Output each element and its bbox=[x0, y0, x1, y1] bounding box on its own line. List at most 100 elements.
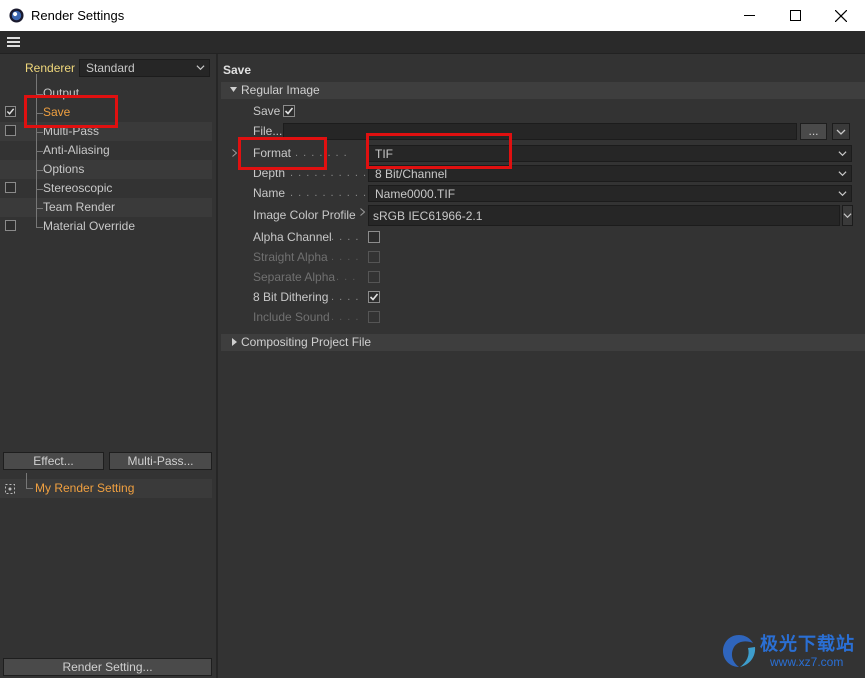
tree-item-stereoscopic[interactable]: Stereoscopic bbox=[0, 169, 212, 198]
straight-alpha-checkbox bbox=[368, 251, 380, 263]
chevron-down-icon bbox=[838, 191, 847, 197]
tree-item-output[interactable]: Output bbox=[0, 74, 212, 103]
tree-checkbox[interactable] bbox=[5, 106, 16, 117]
format-dots: . . . . . . . bbox=[295, 147, 348, 159]
tree-item-options[interactable]: Options bbox=[0, 150, 212, 179]
tree-checkbox[interactable] bbox=[5, 220, 16, 231]
name-value: Name0000.TIF bbox=[375, 187, 456, 201]
file-input[interactable] bbox=[283, 123, 797, 140]
save-label: Save bbox=[253, 104, 281, 118]
chevron-down-icon bbox=[196, 65, 205, 71]
tree-item-label: Team Render bbox=[43, 200, 116, 214]
renderer-label: Renderer bbox=[25, 61, 76, 75]
format-value: TIF bbox=[375, 147, 393, 161]
straight-alpha-label: Straight Alpha bbox=[253, 250, 328, 264]
tree-item-team-render[interactable]: Team Render bbox=[0, 188, 212, 217]
expand-right-icon[interactable] bbox=[360, 208, 365, 216]
include-sound-label: Include Sound bbox=[253, 310, 330, 324]
hamburger-menu-icon[interactable] bbox=[7, 37, 20, 47]
chevron-down-icon bbox=[843, 213, 852, 219]
tree-line bbox=[36, 207, 43, 228]
format-dropdown[interactable]: TIF bbox=[368, 145, 852, 162]
tree-item-multi-pass[interactable]: Multi-Pass bbox=[0, 112, 212, 141]
tree-line bbox=[36, 93, 43, 114]
tree-line bbox=[36, 169, 43, 190]
expand-right-icon[interactable] bbox=[232, 149, 237, 157]
tree-item-anti-aliasing[interactable]: Anti-Aliasing bbox=[0, 131, 212, 160]
tree-line bbox=[36, 150, 43, 171]
depth-label: Depth bbox=[253, 166, 286, 180]
watermark-url: www.xz7.com bbox=[770, 655, 844, 669]
tree-item-label: Stereoscopic bbox=[43, 181, 113, 195]
group-compositing-label: Compositing Project File bbox=[241, 335, 372, 349]
maximize-icon bbox=[789, 10, 801, 21]
minimize-button[interactable] bbox=[726, 0, 772, 31]
tree-item-label: Save bbox=[43, 105, 71, 119]
multipass-button[interactable]: Multi-Pass... bbox=[109, 452, 212, 470]
file-options-button[interactable] bbox=[832, 123, 850, 140]
name-label: Name bbox=[253, 186, 286, 200]
render-setting-item[interactable]: My Render Setting bbox=[0, 473, 212, 498]
checkmark-icon bbox=[6, 108, 15, 115]
window-title: Render Settings bbox=[31, 8, 125, 23]
tree-line bbox=[36, 74, 43, 95]
chevron-down-icon bbox=[836, 129, 846, 135]
profile-options-button[interactable] bbox=[842, 205, 853, 226]
separate-alpha-checkbox bbox=[368, 271, 380, 283]
close-icon bbox=[835, 9, 847, 22]
chevron-down-icon bbox=[838, 171, 847, 177]
renderer-value: Standard bbox=[86, 61, 135, 75]
watermark-logo-icon bbox=[723, 635, 756, 667]
tree-item-label: Material Override bbox=[43, 219, 136, 233]
maximize-button[interactable] bbox=[772, 0, 818, 31]
dithering-checkbox[interactable] bbox=[368, 291, 380, 303]
alpha-channel-label: Alpha Channel bbox=[253, 230, 332, 244]
checkmark-icon bbox=[369, 293, 379, 301]
effect-button[interactable]: Effect... bbox=[3, 452, 104, 470]
depth-dots: . . . . . . . . . . bbox=[290, 167, 368, 179]
profile-label: Image Color Profile bbox=[253, 208, 356, 222]
tree-checkbox[interactable] bbox=[5, 182, 16, 193]
group-regular-image[interactable]: Regular Image bbox=[221, 82, 865, 99]
name-dots: . . . . . . . . . . bbox=[290, 187, 368, 199]
tree-item-label: Options bbox=[43, 162, 85, 176]
close-button[interactable] bbox=[818, 0, 864, 31]
render-setting-label: My Render Setting bbox=[35, 481, 135, 495]
alpha-channel-checkbox[interactable] bbox=[368, 231, 380, 243]
depth-value: 8 Bit/Channel bbox=[375, 167, 448, 181]
alpha-channel-dots: . . . . bbox=[331, 231, 360, 243]
tree-line bbox=[36, 131, 43, 152]
tree-line bbox=[26, 473, 33, 489]
name-dropdown[interactable]: Name0000.TIF bbox=[368, 185, 852, 202]
menu-bar bbox=[0, 31, 865, 54]
render-setting-button[interactable]: Render Setting... bbox=[3, 658, 212, 676]
include-sound-dots: . . . . bbox=[331, 311, 360, 323]
save-checkbox[interactable] bbox=[283, 105, 295, 117]
checkmark-icon bbox=[284, 107, 294, 115]
render-setting-status-icon bbox=[5, 484, 15, 494]
depth-dropdown[interactable]: 8 Bit/Channel bbox=[368, 165, 852, 182]
expand-right-icon bbox=[232, 338, 237, 346]
tree-item-label: Output bbox=[43, 86, 80, 100]
expand-down-icon bbox=[230, 87, 237, 92]
tree-item-material-override[interactable]: Material Override bbox=[0, 207, 212, 236]
left-panel: Renderer Standard Output Save Multi-Pass An… bbox=[0, 54, 217, 678]
color-profile-field[interactable]: sRGB IEC61966-2.1 bbox=[368, 205, 840, 226]
title-bar: Render Settings bbox=[0, 0, 865, 31]
dithering-label: 8 Bit Dithering bbox=[253, 290, 329, 304]
straight-alpha-dots: . . . . bbox=[331, 251, 360, 263]
group-compositing[interactable]: Compositing Project File bbox=[221, 334, 865, 351]
right-panel: Save Regular Image Save File... ... Form… bbox=[218, 54, 865, 678]
tree-item-save[interactable]: Save bbox=[0, 93, 212, 122]
file-browse-button[interactable]: ... bbox=[800, 123, 827, 140]
section-title: Save bbox=[223, 63, 252, 77]
separate-alpha-dots: . . . bbox=[336, 271, 357, 283]
renderer-dropdown[interactable]: Standard bbox=[79, 59, 210, 77]
watermark: 极光下载站 www.xz7.com bbox=[720, 630, 855, 672]
tree-item-label: Anti-Aliasing bbox=[43, 143, 110, 157]
tree-line bbox=[36, 188, 43, 209]
dithering-dots: . . . . bbox=[331, 291, 360, 303]
minimize-icon bbox=[743, 15, 755, 16]
tree-checkbox[interactable] bbox=[5, 125, 16, 136]
cinema4d-logo-icon bbox=[9, 8, 24, 23]
